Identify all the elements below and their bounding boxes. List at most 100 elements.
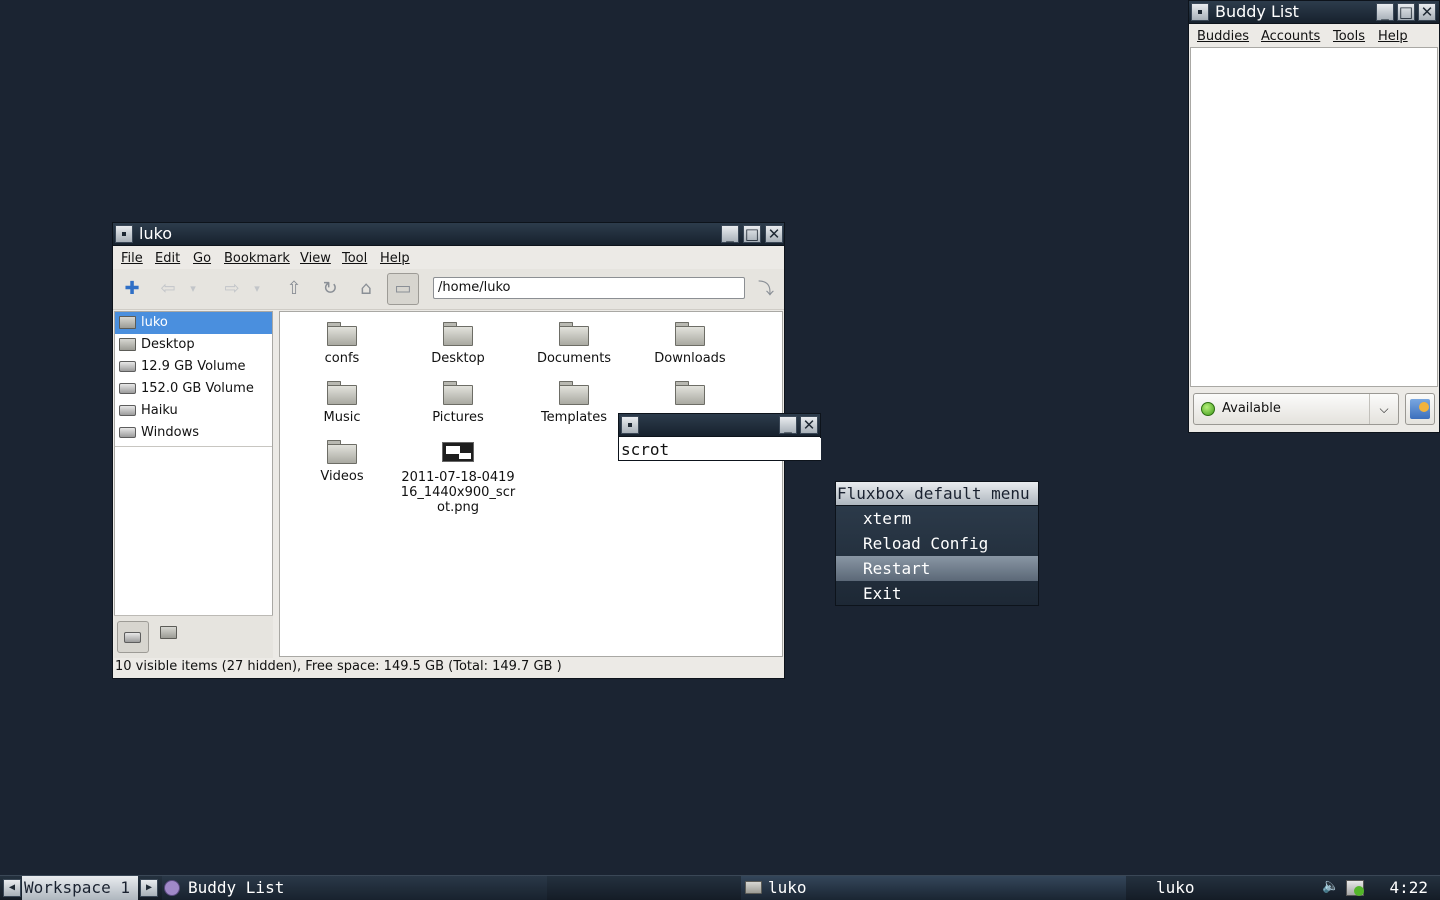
file-item-pictures[interactable]: Pictures: [400, 381, 516, 425]
folder-icon: [675, 322, 705, 346]
path-input[interactable]: /home/luko: [433, 277, 745, 299]
forward-icon[interactable]: ⇨: [219, 277, 245, 301]
folder-icon: [675, 381, 705, 405]
go-icon[interactable]: ⤵: [753, 277, 779, 301]
back-icon[interactable]: ⇦: [155, 277, 181, 301]
status-selector[interactable]: Available ⌵: [1193, 393, 1399, 425]
home-folder-icon: [119, 316, 136, 329]
menu-view[interactable]: View: [300, 251, 331, 266]
buddy-list-titlebar[interactable]: Buddy List _ □ ✕: [1189, 1, 1439, 24]
drive-icon: [119, 383, 136, 394]
run-dialog-titlebar[interactable]: _ ✕: [619, 414, 820, 437]
sidebar-item-12gb-volume[interactable]: 12.9 GB Volume: [115, 356, 272, 378]
directory-tree-mode-icon[interactable]: [160, 626, 177, 639]
taskbar: ◀ Workspace 1 ▶ Buddy List luko luko 🔈 4…: [0, 875, 1440, 900]
file-item-videos[interactable]: Videos: [284, 440, 400, 484]
drive-icon: [124, 632, 141, 643]
file-item-confs[interactable]: confs: [284, 322, 400, 366]
file-view: confs Desktop Documents Downloads Music …: [279, 311, 783, 657]
close-button[interactable]: ✕: [800, 416, 818, 434]
drive-icon: [119, 405, 136, 416]
folder-icon: [443, 322, 473, 346]
sidebar-item-152gb-volume[interactable]: 152.0 GB Volume: [115, 378, 272, 400]
menu-title: Fluxbox default menu: [836, 482, 1038, 506]
prev-workspace-icon[interactable]: ◀: [3, 879, 21, 897]
menu-go[interactable]: Go: [193, 251, 211, 266]
folder-icon: [559, 322, 589, 346]
clock: 4:22: [1389, 878, 1428, 897]
sidebar-item-windows[interactable]: Windows: [115, 422, 272, 444]
menu-tools[interactable]: Tools: [1333, 29, 1365, 44]
file-item-desktop[interactable]: Desktop: [400, 322, 516, 366]
task-luko-run[interactable]: luko: [1130, 876, 1315, 900]
places-mode-button[interactable]: [117, 621, 149, 653]
sidebar-mode-bar: [114, 615, 273, 658]
minimize-button[interactable]: _: [721, 225, 739, 243]
menu-bookmark[interactable]: Bookmark: [224, 251, 290, 266]
new-tab-icon[interactable]: ✚: [119, 277, 145, 301]
workspace-label[interactable]: Workspace 1: [22, 876, 138, 900]
desktop-folder-icon: [119, 338, 136, 351]
window-menu-icon[interactable]: [115, 225, 133, 243]
buddy-list-pane[interactable]: [1190, 47, 1438, 387]
volume-icon[interactable]: 🔈: [1322, 878, 1339, 894]
file-item-scrot-png[interactable]: 2011-07-18-0419 16_1440x900_scr ot.png: [400, 442, 516, 515]
sidebar-item-luko[interactable]: luko: [115, 312, 272, 334]
file-item-downloads[interactable]: Downloads: [632, 322, 748, 366]
menu-item-exit[interactable]: Exit: [836, 581, 1038, 606]
task-buddy-list[interactable]: Buddy List: [162, 876, 547, 900]
buddy-icon-button[interactable]: [1405, 393, 1435, 425]
close-button[interactable]: ✕: [1418, 3, 1436, 21]
side-pane-toggle-icon[interactable]: ▭: [387, 273, 419, 305]
file-item-documents[interactable]: Documents: [516, 322, 632, 366]
folder-icon: [327, 322, 357, 346]
menu-file[interactable]: File: [121, 251, 143, 266]
menu-item-restart[interactable]: Restart: [836, 556, 1038, 581]
fluxbox-root-menu: Fluxbox default menu xterm Reload Config…: [835, 481, 1039, 606]
menu-tool[interactable]: Tool: [342, 251, 367, 266]
menu-help[interactable]: Help: [380, 251, 410, 266]
file-name-png: 2011-07-18-0419 16_1440x900_scr ot.png: [400, 470, 516, 515]
reload-icon[interactable]: ↻: [317, 277, 343, 301]
minimize-button[interactable]: _: [1376, 3, 1394, 21]
close-button[interactable]: ✕: [765, 225, 783, 243]
file-manager-titlebar[interactable]: luko _ □ ✕: [113, 223, 784, 246]
minimize-button[interactable]: _: [779, 416, 797, 434]
toolbar: ✚ ⇦ ▾ ⇨ ▾ ⇧ ↻ ⌂ ▭ /home/luko ⤵: [113, 269, 784, 310]
network-icon[interactable]: [1346, 880, 1364, 896]
run-dialog: _ ✕: [618, 413, 821, 461]
maximize-button[interactable]: □: [1397, 3, 1415, 21]
folder-icon: [327, 440, 357, 464]
file-item-hidden-by-dialog[interactable]: [632, 381, 748, 410]
maximize-button[interactable]: □: [743, 225, 761, 243]
chevron-down-icon[interactable]: ⌵: [1369, 394, 1398, 424]
up-icon[interactable]: ⇧: [281, 277, 307, 301]
window-menu-icon[interactable]: [621, 416, 639, 434]
home-icon[interactable]: ⌂: [353, 277, 379, 301]
file-item-music[interactable]: Music: [284, 381, 400, 425]
menu-edit[interactable]: Edit: [155, 251, 180, 266]
pidgin-icon: [164, 880, 180, 896]
window-title: luko: [139, 224, 173, 243]
forward-history-icon[interactable]: ▾: [251, 277, 263, 301]
sidebar-item-desktop[interactable]: Desktop: [115, 334, 272, 356]
menu-accounts[interactable]: Accounts: [1261, 29, 1320, 44]
run-command-input[interactable]: [620, 438, 821, 460]
folder-icon: [443, 381, 473, 405]
folder-icon: [745, 881, 762, 894]
back-history-icon[interactable]: ▾: [187, 277, 199, 301]
task-luko-file-manager[interactable]: luko: [741, 876, 1126, 900]
menu-buddies[interactable]: Buddies: [1197, 29, 1249, 44]
file-item-templates[interactable]: Templates: [516, 381, 632, 425]
menu-help[interactable]: Help: [1378, 29, 1408, 44]
status-bar: 10 visible items (27 hidden), Free space…: [115, 659, 562, 674]
menubar: File Edit Go Bookmark View Tool Help: [113, 247, 784, 271]
menu-item-xterm[interactable]: xterm: [836, 506, 1038, 531]
window-title: Buddy List: [1215, 2, 1299, 21]
window-menu-icon[interactable]: [1191, 3, 1209, 21]
menu-item-reload-config[interactable]: Reload Config: [836, 531, 1038, 556]
buddy-list-window: Buddy List _ □ ✕ Buddies Accounts Tools …: [1188, 0, 1440, 433]
next-workspace-icon[interactable]: ▶: [140, 879, 158, 897]
drive-icon: [119, 361, 136, 372]
sidebar-item-haiku[interactable]: Haiku: [115, 400, 272, 422]
